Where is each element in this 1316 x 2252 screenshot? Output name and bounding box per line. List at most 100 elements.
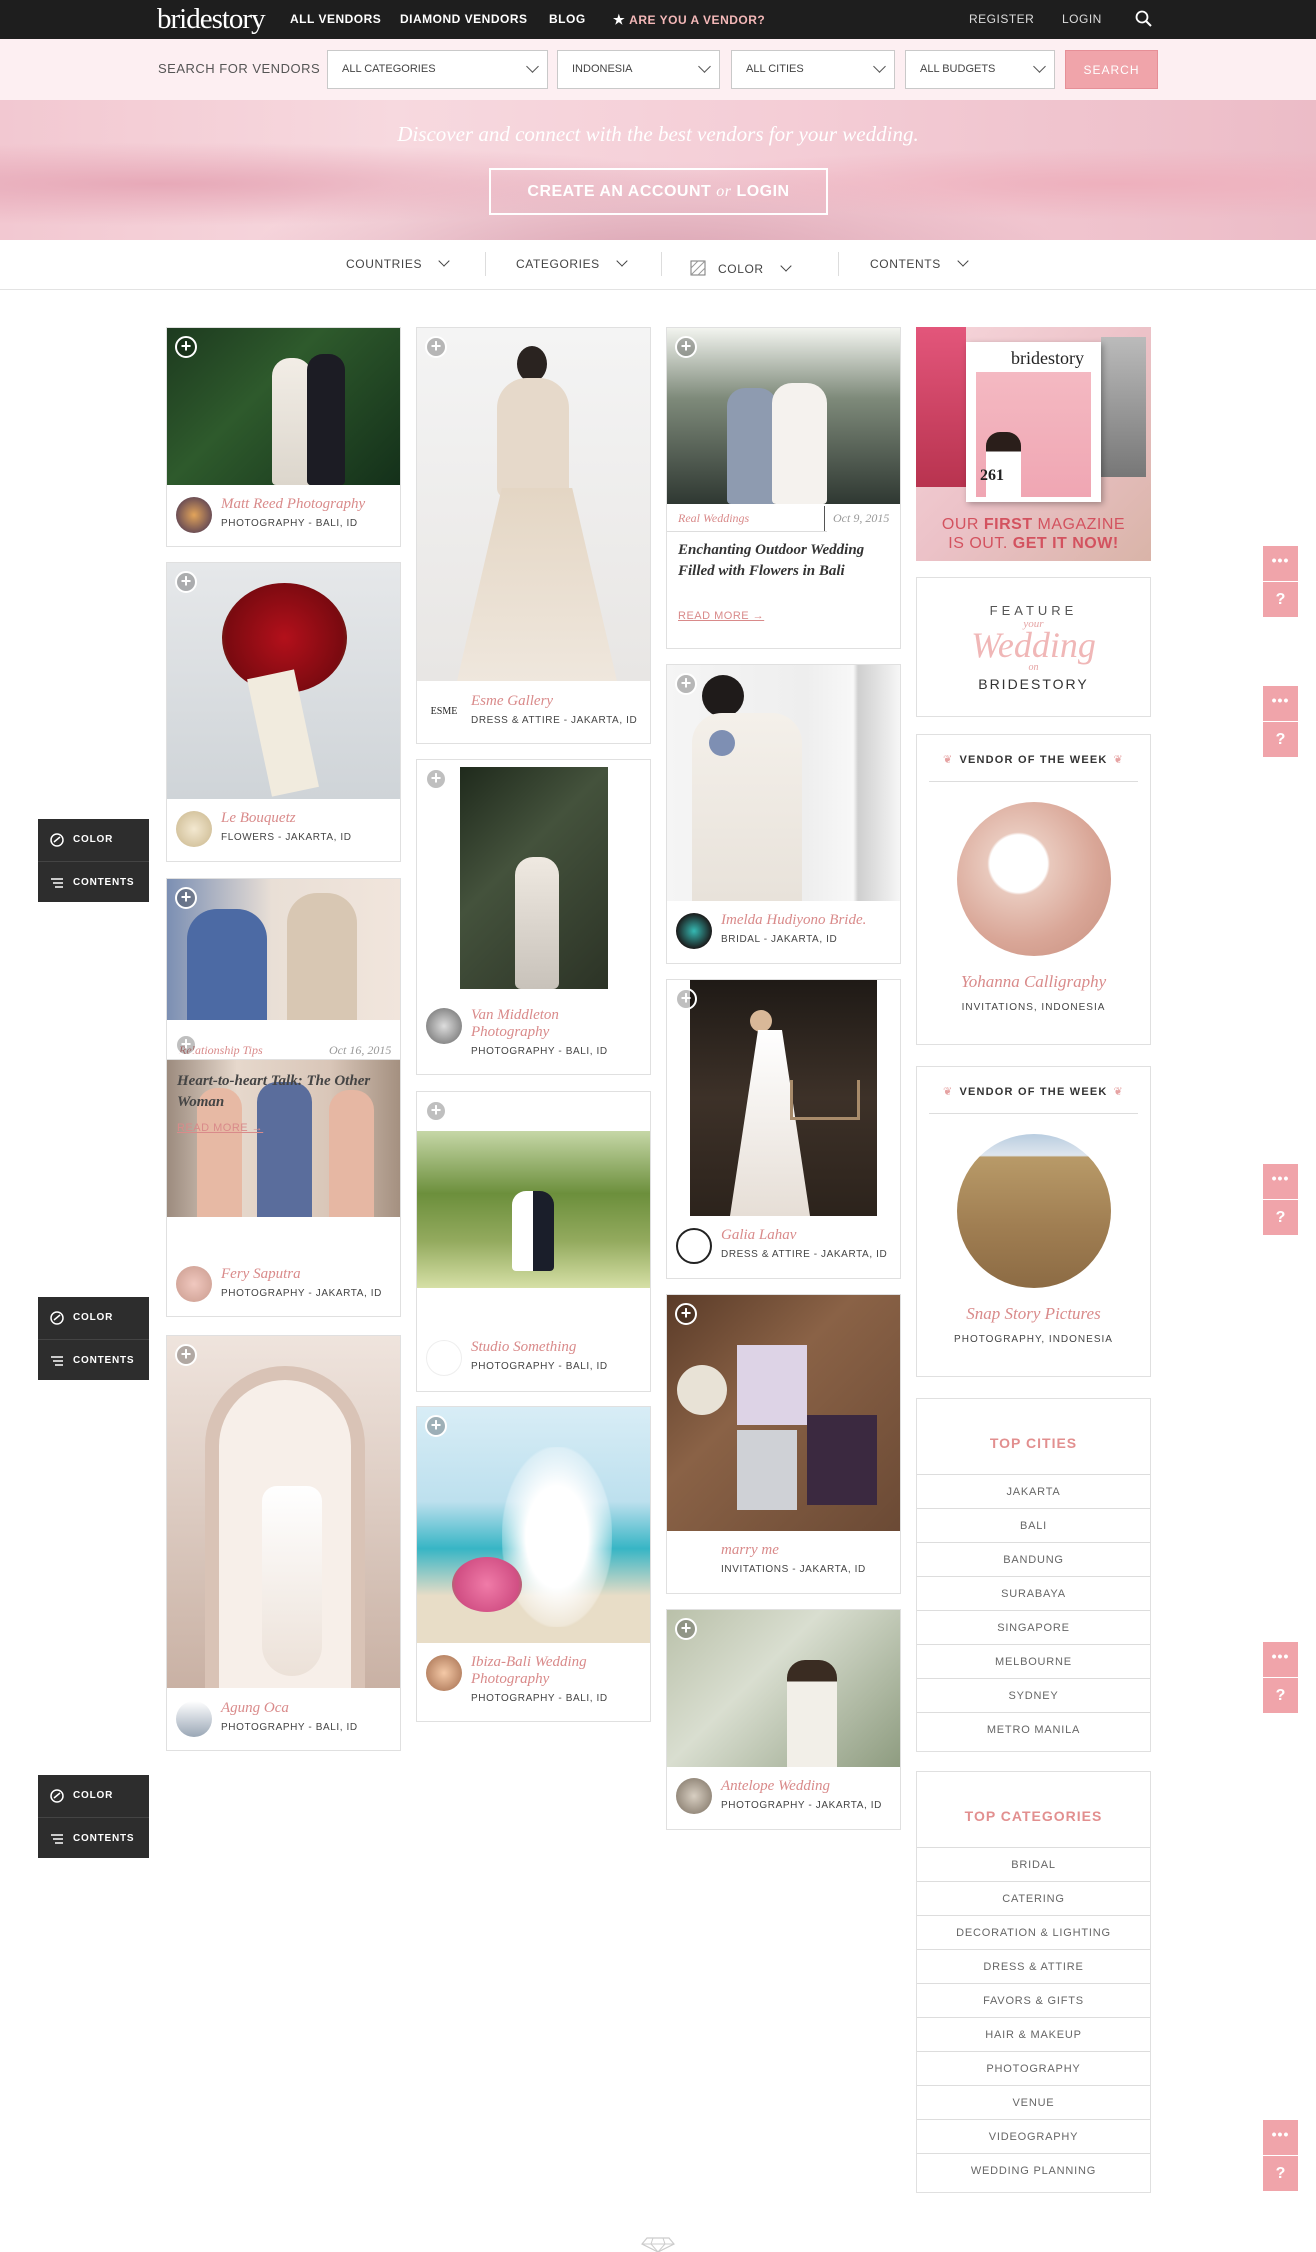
quick-filter-color[interactable]: COLOR [38,1775,149,1816]
add-to-board-icon[interactable]: + [675,1303,697,1325]
article-title[interactable]: Heart-to-heart Talk: The Other Woman [177,1071,377,1113]
article-title[interactable]: Enchanting Outdoor Wedding Filled with F… [678,540,893,582]
quick-filter-contents[interactable]: CONTENTS [38,861,149,902]
add-to-board-icon[interactable]: + [175,1034,197,1056]
vendor-card[interactable]: + Galia Lahav DRESS & ATTIRE - JAKARTA, … [666,979,901,1279]
read-more-link[interactable]: READ MORE → [678,610,764,622]
filter-contents[interactable]: CONTENTS [870,255,969,271]
city-link[interactable]: BANDUNG [917,1542,1150,1576]
vendor-of-week-card[interactable]: VENDOR OF THE WEEK Yohanna Calligraphy I… [916,734,1151,1045]
add-to-board-icon[interactable]: + [425,1100,447,1122]
city-select[interactable]: ALL CITIES [731,50,895,89]
vendor-name[interactable]: Agung Oca [221,1700,289,1717]
vendor-card[interactable]: + Matt Reed Photography PHOTOGRAPHY - BA… [166,327,401,547]
quick-filter-color[interactable]: COLOR [38,1297,149,1338]
vendor-card[interactable]: + marry me INVITATIONS - JAKARTA, ID [666,1294,901,1594]
article-category[interactable]: Real Weddings [678,511,749,526]
category-select[interactable]: ALL CATEGORIES [327,50,548,89]
category-link[interactable]: PHOTOGRAPHY [917,2051,1150,2085]
magazine-ad[interactable]: bridestory 261 OUR FIRST MAGAZINE IS OUT… [916,327,1151,561]
vendor-name[interactable]: marry me [721,1542,779,1559]
vendor-of-week-name[interactable]: Snap Story Pictures [917,1304,1150,1324]
help-button[interactable]: ? [1263,1678,1298,1713]
nav-are-you-vendor[interactable]: ★ ARE YOU A VENDOR? [613,12,765,28]
more-options-button[interactable]: ••• [1263,686,1298,721]
vendor-name[interactable]: Matt Reed Photography [221,496,365,513]
category-link[interactable]: DRESS & ATTIRE [917,1949,1150,1983]
vendor-of-week-card[interactable]: VENDOR OF THE WEEK Snap Story Pictures P… [916,1066,1151,1377]
city-link[interactable]: SYDNEY [917,1678,1150,1712]
filter-categories[interactable]: CATEGORIES [516,255,628,271]
add-to-board-icon[interactable]: + [675,988,697,1010]
add-to-board-icon[interactable]: + [675,673,697,695]
category-link[interactable]: DECORATION & LIGHTING [917,1915,1150,1949]
city-link[interactable]: BALI [917,1508,1150,1542]
brand-logo[interactable]: bridestory [157,3,266,36]
category-link[interactable]: VIDEOGRAPHY [917,2119,1150,2153]
city-link[interactable]: SINGAPORE [917,1610,1150,1644]
category-link[interactable]: VENUE [917,2085,1150,2119]
add-to-board-icon[interactable]: + [175,336,197,358]
vendor-card[interactable]: + Van Middleton Photography PHOTOGRAPHY … [416,759,651,1075]
vendor-card[interactable]: + Antelope Wedding PHOTOGRAPHY - JAKARTA… [666,1609,901,1830]
filter-countries[interactable]: COUNTRIES [346,255,450,271]
feature-wedding-panel[interactable]: FEATURE your Wedding on BRIDESTORY [916,577,1151,717]
nav-login[interactable]: LOGIN [1062,12,1102,26]
category-link[interactable]: HAIR & MAKEUP [917,2017,1150,2051]
add-to-board-icon[interactable]: + [675,1618,697,1640]
add-to-board-icon[interactable]: + [175,571,197,593]
help-button[interactable]: ? [1263,722,1298,757]
article-card[interactable]: + Real Weddings Oct 9, 2015 Enchanting O… [666,327,901,649]
vendor-card[interactable]: + Ibiza-Bali Wedding Photography PHOTOGR… [416,1406,651,1722]
vendor-name[interactable]: Antelope Wedding [721,1778,830,1795]
add-to-board-icon[interactable]: + [175,887,197,909]
vendor-name[interactable]: Ibiza-Bali Wedding Photography [471,1654,641,1688]
vendor-card[interactable]: + Imelda Hudiyono Bride. BRIDAL - JAKART… [666,664,901,964]
vendor-of-week-name[interactable]: Yohanna Calligraphy [917,972,1150,992]
nav-all-vendors[interactable]: ALL VENDORS [290,12,381,26]
vendor-card[interactable]: + Studio Something PHOTOGRAPHY - BALI, I… [416,1091,651,1392]
help-button[interactable]: ? [1263,582,1298,617]
search-button[interactable]: SEARCH [1065,50,1158,89]
create-account-button[interactable]: CREATE AN ACCOUNT or LOGIN [489,168,828,215]
vendor-name[interactable]: Imelda Hudiyono Bride. [721,912,866,929]
vendor-card[interactable]: + ESME Esme Gallery DRESS & ATTIRE - JAK… [416,327,651,744]
category-link[interactable]: CATERING [917,1881,1150,1915]
quick-filter-contents[interactable]: CONTENTS [38,1339,149,1380]
budget-select[interactable]: ALL BUDGETS [905,50,1055,89]
quick-filter-color[interactable]: COLOR [38,819,149,860]
add-to-board-icon[interactable]: + [425,1415,447,1437]
vendor-name[interactable]: Le Bouquetz [221,810,296,827]
nav-blog[interactable]: BLOG [549,12,586,26]
category-link[interactable]: BRIDAL [917,1847,1150,1881]
help-button[interactable]: ? [1263,2156,1298,2191]
quick-filter-contents[interactable]: CONTENTS [38,1817,149,1858]
more-options-button[interactable]: ••• [1263,1642,1298,1677]
vendor-name[interactable]: Esme Gallery [471,693,553,710]
city-link[interactable]: SURABAYA [917,1576,1150,1610]
city-link[interactable]: JAKARTA [917,1474,1150,1508]
article-card[interactable]: + Relationship Tips Oct 16, 2015 [166,878,401,1061]
nav-diamond-vendors[interactable]: DIAMOND VENDORS [400,12,528,26]
country-select[interactable]: INDONESIA [557,50,720,89]
vendor-card[interactable]: + Heart-to-heart Talk: The Other Woman R… [166,1034,401,1317]
add-to-board-icon[interactable]: + [675,336,697,358]
city-link[interactable]: METRO MANILA [917,1712,1150,1746]
more-options-button[interactable]: ••• [1263,2120,1298,2155]
add-to-board-icon[interactable]: + [425,336,447,358]
more-options-button[interactable]: ••• [1263,546,1298,581]
read-more-link[interactable]: READ MORE → [177,1122,263,1134]
more-options-button[interactable]: ••• [1263,1164,1298,1199]
vendor-name[interactable]: Galia Lahav [721,1227,796,1244]
category-link[interactable]: FAVORS & GIFTS [917,1983,1150,2017]
add-to-board-icon[interactable]: + [175,1344,197,1366]
vendor-card[interactable]: + Agung Oca PHOTOGRAPHY - BALI, ID [166,1335,401,1751]
search-icon[interactable] [1134,9,1154,29]
vendor-card[interactable]: + Le Bouquetz FLOWERS - JAKARTA, ID [166,562,401,862]
category-link[interactable]: WEDDING PLANNING [917,2153,1150,2187]
vendor-name[interactable]: Studio Something [471,1339,576,1356]
help-button[interactable]: ? [1263,1200,1298,1235]
add-to-board-icon[interactable]: + [425,768,447,790]
nav-register[interactable]: REGISTER [969,12,1034,26]
filter-color[interactable]: COLOR [690,257,792,276]
